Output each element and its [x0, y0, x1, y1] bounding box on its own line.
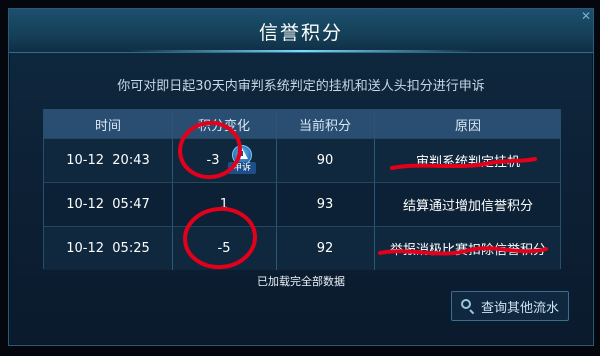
- header-score-change: 积分变化: [197, 118, 250, 134]
- query-button-label: 查询其他流水: [480, 300, 559, 316]
- row-time-cell: 10-12 05:25: [44, 227, 172, 270]
- table-row: 10-12 20:43 -3 申诉 90 审判系统判定挂机: [44, 138, 560, 182]
- column-divider: [276, 183, 277, 226]
- dialog-header: 信誉积分 ✕: [9, 9, 593, 53]
- column-divider: [172, 227, 173, 270]
- column-divider: [374, 227, 375, 270]
- row-reason-cell: 举报消极比赛扣除信誉积分: [389, 243, 546, 258]
- row-time: 20:43: [112, 153, 150, 168]
- column-divider: [172, 139, 173, 182]
- all-data-loaded-text: 已加载完全部数据: [257, 275, 345, 288]
- column-divider: [276, 227, 277, 270]
- warning-mark: [241, 151, 243, 156]
- row-reason-cell: 结算通过增加信誉积分: [402, 199, 533, 214]
- header-glow-line: [129, 50, 475, 52]
- table-header: 时间 积分变化 当前积分 原因: [44, 110, 560, 138]
- column-divider: [276, 139, 277, 182]
- row-change-cell: -3 申诉: [172, 139, 276, 182]
- row-change-cell: 1: [219, 197, 229, 212]
- table-row: 10-12 05:25 -5 92 举报消极比赛扣除信誉积分: [44, 226, 560, 270]
- row-date: 10-12: [66, 197, 105, 212]
- row-time-cell: 10-12 20:43: [44, 139, 172, 182]
- row-change: -3: [206, 153, 220, 168]
- column-divider: [172, 110, 173, 138]
- row-time: 05:25: [112, 241, 150, 256]
- query-other-records-button[interactable]: 查询其他流水: [451, 291, 569, 321]
- row-current-cell: 90: [316, 153, 334, 168]
- header-current-score: 当前积分: [298, 118, 351, 134]
- column-divider: [374, 183, 375, 226]
- credit-history-table: 时间 积分变化 当前积分 原因 10-12 20:43 -3 申诉 90 审判系…: [43, 109, 561, 270]
- row-date: 10-12: [66, 241, 105, 256]
- row-time-cell: 10-12 05:47: [44, 183, 172, 226]
- row-change-cell: -5: [217, 241, 231, 256]
- row-time: 05:47: [112, 197, 150, 212]
- column-divider: [374, 110, 375, 138]
- credit-score-dialog: 信誉积分 ✕ 你可对即日起30天内审判系统判定的挂机和送人头扣分进行申诉 时间 …: [8, 8, 594, 346]
- row-reason-cell: 审判系统判定挂机: [415, 155, 520, 170]
- header-time: 时间: [94, 118, 121, 134]
- search-icon: [460, 299, 475, 315]
- appeal-notice: 你可对即日起30天内审判系统判定的挂机和送人头扣分进行申诉: [117, 79, 485, 94]
- row-current-cell: 92: [316, 241, 334, 256]
- header-reason: 原因: [454, 118, 481, 134]
- column-divider: [172, 183, 173, 226]
- dialog-title: 信誉积分: [258, 22, 343, 44]
- column-divider: [374, 139, 375, 182]
- table-row: 10-12 05:47 1 93 结算通过增加信誉积分: [44, 182, 560, 226]
- close-icon[interactable]: ✕: [577, 7, 595, 25]
- row-date: 10-12: [66, 153, 105, 168]
- appeal-button[interactable]: 申诉: [228, 145, 256, 174]
- appeal-label: 申诉: [228, 162, 256, 174]
- column-divider: [276, 110, 277, 138]
- row-current-cell: 93: [316, 197, 334, 212]
